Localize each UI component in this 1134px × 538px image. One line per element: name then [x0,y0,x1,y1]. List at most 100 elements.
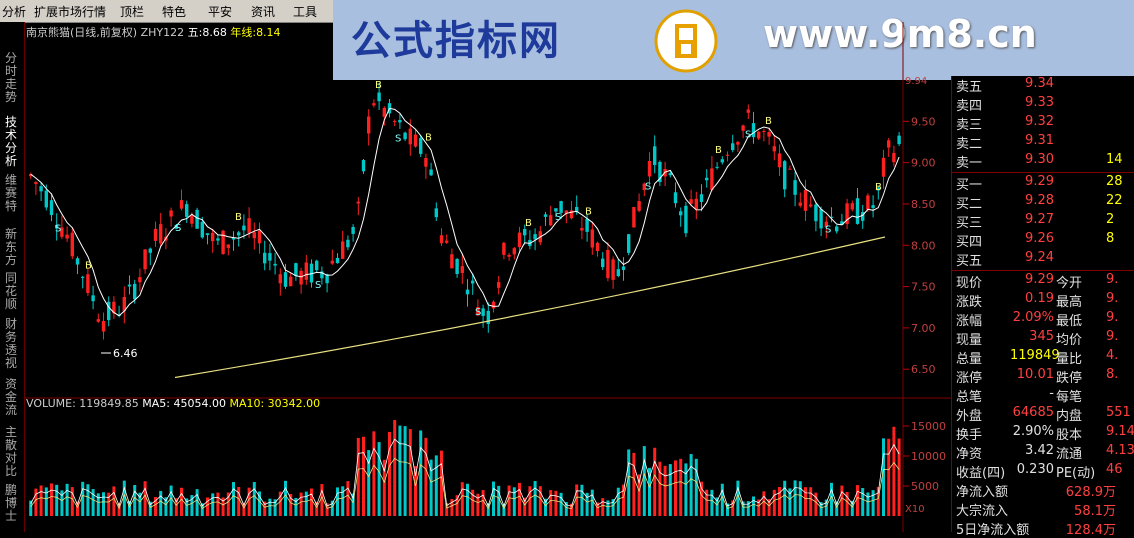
candle-body [637,201,641,211]
candle-body [679,211,683,216]
candle-body [881,157,886,177]
book-volume: 8 [1106,231,1115,246]
candle-body [783,161,787,190]
stat-label-2: 今开 [1056,276,1083,291]
candle-body [819,209,823,229]
sidebar-tab-5[interactable]: 财务透视 [5,318,19,370]
candle-body [720,159,724,163]
volume-bar [663,465,667,516]
book-row: 卖二 9.31 [956,133,1134,152]
candle-body [850,203,854,210]
volume-bar [372,431,376,516]
candle-body [65,234,69,239]
sell-marker: S [645,182,651,193]
price-tick-label: 8.00 [911,239,936,252]
candle-body [159,224,163,244]
sidebar-tab-3[interactable]: 新东方 [5,228,19,267]
volume-bar [284,480,287,516]
menu-item-6[interactable]: 工具 [293,3,317,20]
candle-body [216,238,220,241]
menu-item-0[interactable]: 分析 [2,3,26,20]
stat-label-2: 跌停 [1056,371,1083,386]
stat-label-2: 流通 [1056,447,1083,462]
volume-bar [50,483,53,516]
price-tick-label: 8.50 [911,198,936,211]
candle-body [195,209,199,229]
menu-item-2[interactable]: 顶栏 [120,3,144,20]
volume-bar [70,487,74,516]
sidebar-tab-1[interactable]: 技术分析 [5,116,19,168]
sell-marker: S [475,307,481,318]
candle-body [595,242,600,252]
stat-value-2: 9. [1106,310,1119,325]
volume-bar [856,485,859,516]
candle-body [70,232,74,257]
volume-bar [34,488,38,516]
sell-marker: S [55,224,61,235]
flow-label: 5日净流入额 [956,523,1030,538]
volume-bar [211,493,215,516]
ma5-label: 五: [187,26,203,39]
candle-body [668,173,672,176]
candle-body [549,215,553,226]
menu-item-4[interactable]: 平安 [208,3,232,20]
volume-bar [611,499,615,516]
sidebar-tab-0[interactable]: 分时走势 [5,52,19,104]
book-price: 9.27 [1025,212,1054,227]
menu-item-5[interactable]: 资讯 [251,3,275,20]
book-label: 买四 [956,235,983,250]
volume-bar [871,490,875,516]
stat-label: 涨停 [956,371,983,386]
price-tick-label: 7.50 [911,281,936,294]
candle-body [455,258,459,275]
menu-item-1[interactable]: 扩展市场行情 [34,3,106,20]
candle-body [341,241,345,259]
book-price: 9.33 [1025,95,1054,110]
volume-bar [762,491,766,516]
book-label: 买一 [956,178,983,193]
book-row: 卖一 9.30 14 [956,152,1134,171]
menu-item-3[interactable]: 特色 [162,3,186,20]
stat-row: 换手 2.90% 股本 9.14 [956,424,1134,443]
candle-body [715,166,719,168]
volume-bar [679,458,683,516]
candle-body [315,260,319,271]
volume-bar [601,498,605,516]
volume-bar [169,485,173,516]
sidebar-tab-4[interactable]: 同花顺 [5,272,19,311]
candle-body [705,177,709,181]
volume-bar [809,487,813,516]
candle-body [356,201,360,204]
price-tick-label: 9.50 [911,115,936,128]
volume-bar [398,425,402,516]
stat-label: 涨幅 [956,314,983,329]
buy-marker: B [375,80,382,91]
candle-body [887,140,891,148]
book-price: 9.28 [1025,193,1054,208]
candle-body [34,182,38,184]
book-label: 卖三 [956,118,983,133]
volume-bar [362,436,365,516]
candle-body [585,218,589,232]
stat-label-2: 每笔 [1056,390,1083,405]
volume-bar [549,490,553,516]
stat-value: 345 [1029,329,1054,344]
sidebar-tab-8[interactable]: 鹏博士 [5,484,19,523]
price-tick-label: 6.50 [911,363,936,376]
sidebar-tab-2[interactable]: 维赛特 [5,174,19,213]
candle-body [367,116,371,134]
flow-value: 628.9万 [1065,485,1116,500]
volume-bar [393,420,397,516]
volume-bar [793,480,797,516]
candle-body [294,263,298,276]
candle-body [226,244,230,248]
stat-value-2: 9. [1106,291,1119,306]
book-price: 9.32 [1025,114,1054,129]
stat-row: 涨跌 0.19 最高 9. [956,291,1134,310]
book-price: 9.31 [1025,133,1054,148]
candle-body [897,135,901,145]
candle-body [335,257,340,264]
sidebar-tab-7[interactable]: 主散对比 [5,426,19,478]
stat-row: 外盘 64685 内盘 551 [956,405,1134,424]
sidebar-tab-6[interactable]: 资金流 [5,378,19,417]
